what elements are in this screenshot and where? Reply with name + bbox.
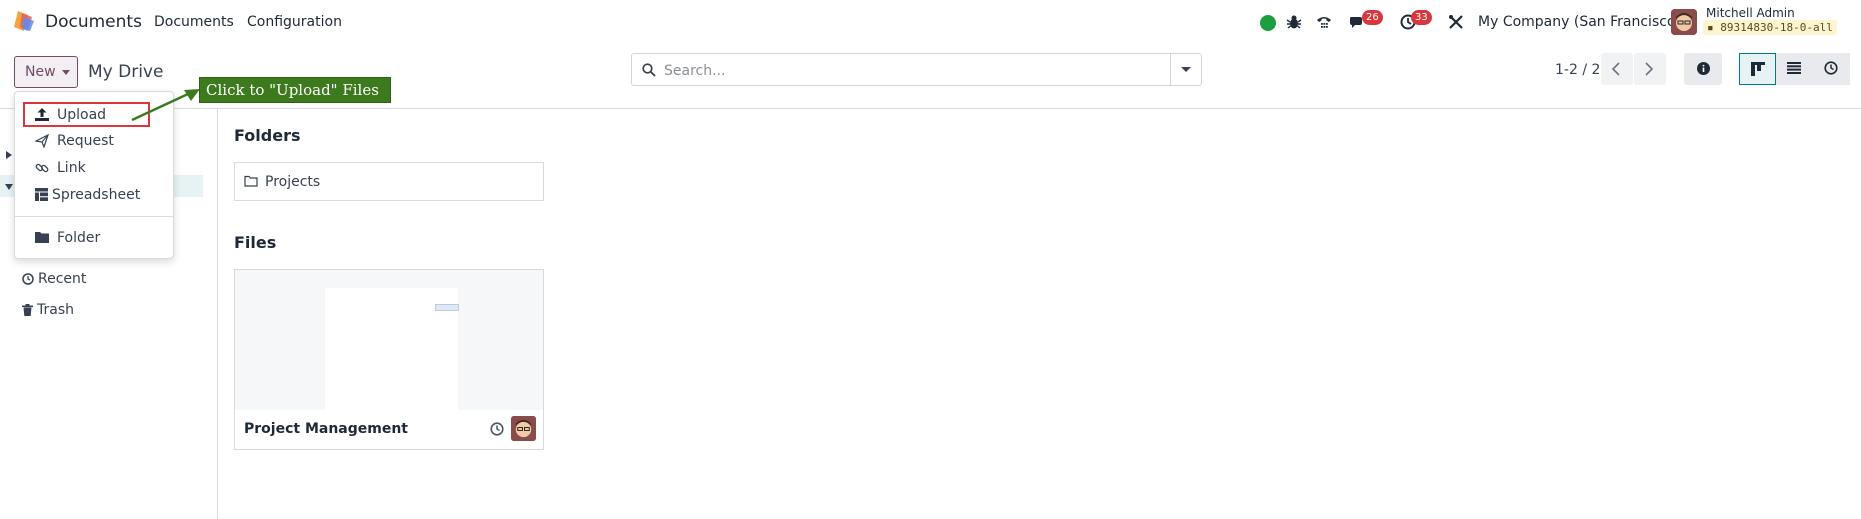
menu-item-link[interactable]: Link	[15, 156, 173, 181]
activities-badge: 33	[1411, 10, 1432, 25]
upload-icon	[35, 108, 49, 121]
pager-previous-button[interactable]	[1601, 53, 1633, 85]
status-dot-icon	[1260, 15, 1276, 31]
folders-section-title: Folders	[234, 126, 301, 145]
sidebar-item-label: Trash	[37, 302, 74, 318]
details-panel-button[interactable]	[1684, 53, 1722, 85]
user-avatar[interactable]	[1671, 9, 1697, 35]
menu-documents[interactable]: Documents	[154, 14, 234, 30]
new-button-label: New	[25, 64, 56, 80]
search-options-toggle[interactable]	[1170, 54, 1201, 85]
avatar-face-icon	[1671, 9, 1697, 35]
file-name: Project Management	[244, 421, 408, 437]
bug-icon[interactable]	[1286, 14, 1302, 30]
kanban-view-button[interactable]	[1739, 53, 1776, 85]
chevron-down-icon	[62, 70, 70, 75]
new-button[interactable]: New	[14, 56, 78, 88]
menu-item-label: Link	[57, 160, 86, 176]
avatar-face-icon	[511, 416, 536, 441]
kanban-view-icon	[1751, 62, 1765, 76]
sidebar-item-trash[interactable]: Trash	[22, 302, 74, 318]
activity-view-button[interactable]	[1813, 53, 1850, 85]
callout-arrow-icon	[131, 89, 200, 122]
files-section-title: Files	[234, 233, 277, 252]
list-view-icon	[1787, 62, 1801, 74]
menu-item-label: Spreadsheet	[52, 187, 141, 203]
menu-item-label: Folder	[57, 230, 101, 246]
folder-name: Projects	[265, 174, 321, 190]
menu-item-folder[interactable]: Folder	[15, 226, 173, 251]
chevron-left-icon	[1611, 62, 1620, 76]
file-card-project-management[interactable]: Project Management	[234, 269, 544, 450]
tools-icon[interactable]	[1448, 14, 1464, 30]
search-bar[interactable]	[631, 53, 1202, 86]
menu-divider	[15, 216, 173, 217]
chevron-right-icon	[1645, 62, 1654, 76]
info-icon	[1697, 62, 1710, 75]
file-owner-avatar[interactable]	[511, 416, 536, 441]
upload-hint-callout: Click to "Upload" Files	[199, 77, 391, 103]
breadcrumb: My Drive	[88, 62, 164, 82]
folder-icon	[35, 232, 49, 243]
database-name: 89314830-18-0-all	[1720, 21, 1833, 34]
preview-header-bar	[435, 304, 459, 311]
sidebar-item-recent[interactable]: Recent	[22, 271, 86, 287]
caret-down-icon[interactable]	[5, 184, 13, 190]
phone-icon[interactable]	[1316, 14, 1332, 30]
menu-item-spreadsheet[interactable]: Spreadsheet	[15, 183, 173, 208]
folder-card-projects[interactable]: Projects	[234, 162, 544, 201]
file-thumbnail	[235, 270, 543, 410]
app-title[interactable]: Documents	[45, 12, 142, 32]
search-icon	[642, 63, 656, 77]
paper-plane-icon	[35, 134, 49, 148]
chevron-down-icon	[1181, 67, 1191, 72]
pager-value[interactable]: 1-2 / 2	[1555, 62, 1600, 78]
search-input[interactable]	[662, 59, 1136, 83]
top-navbar: Documents Documents Configuration 26 33 …	[0, 0, 1861, 44]
clock-icon	[22, 273, 34, 285]
menu-item-label: Upload	[57, 107, 107, 123]
link-icon	[35, 163, 49, 173]
menu-item-label: Request	[57, 133, 114, 149]
spreadsheet-icon	[35, 188, 48, 201]
list-view-button[interactable]	[1776, 53, 1813, 85]
clock-icon[interactable]	[490, 422, 504, 436]
clock-icon	[1824, 61, 1838, 75]
menu-configuration[interactable]: Configuration	[247, 14, 342, 30]
messages-badge: 26	[1362, 10, 1383, 25]
trash-icon	[22, 304, 33, 316]
sidebar-item-label: Recent	[38, 271, 87, 287]
folder-outline-icon	[244, 175, 258, 187]
caret-right-icon[interactable]	[6, 151, 12, 159]
pager-next-button[interactable]	[1634, 53, 1666, 85]
user-name[interactable]: Mitchell Admin	[1706, 6, 1795, 20]
database-tag: ▪ 89314830-18-0-all	[1703, 20, 1837, 35]
documents-app-logo[interactable]	[12, 9, 36, 33]
menu-item-request[interactable]: Request	[15, 129, 173, 154]
company-switcher[interactable]: My Company (San Francisco)	[1478, 14, 1681, 30]
